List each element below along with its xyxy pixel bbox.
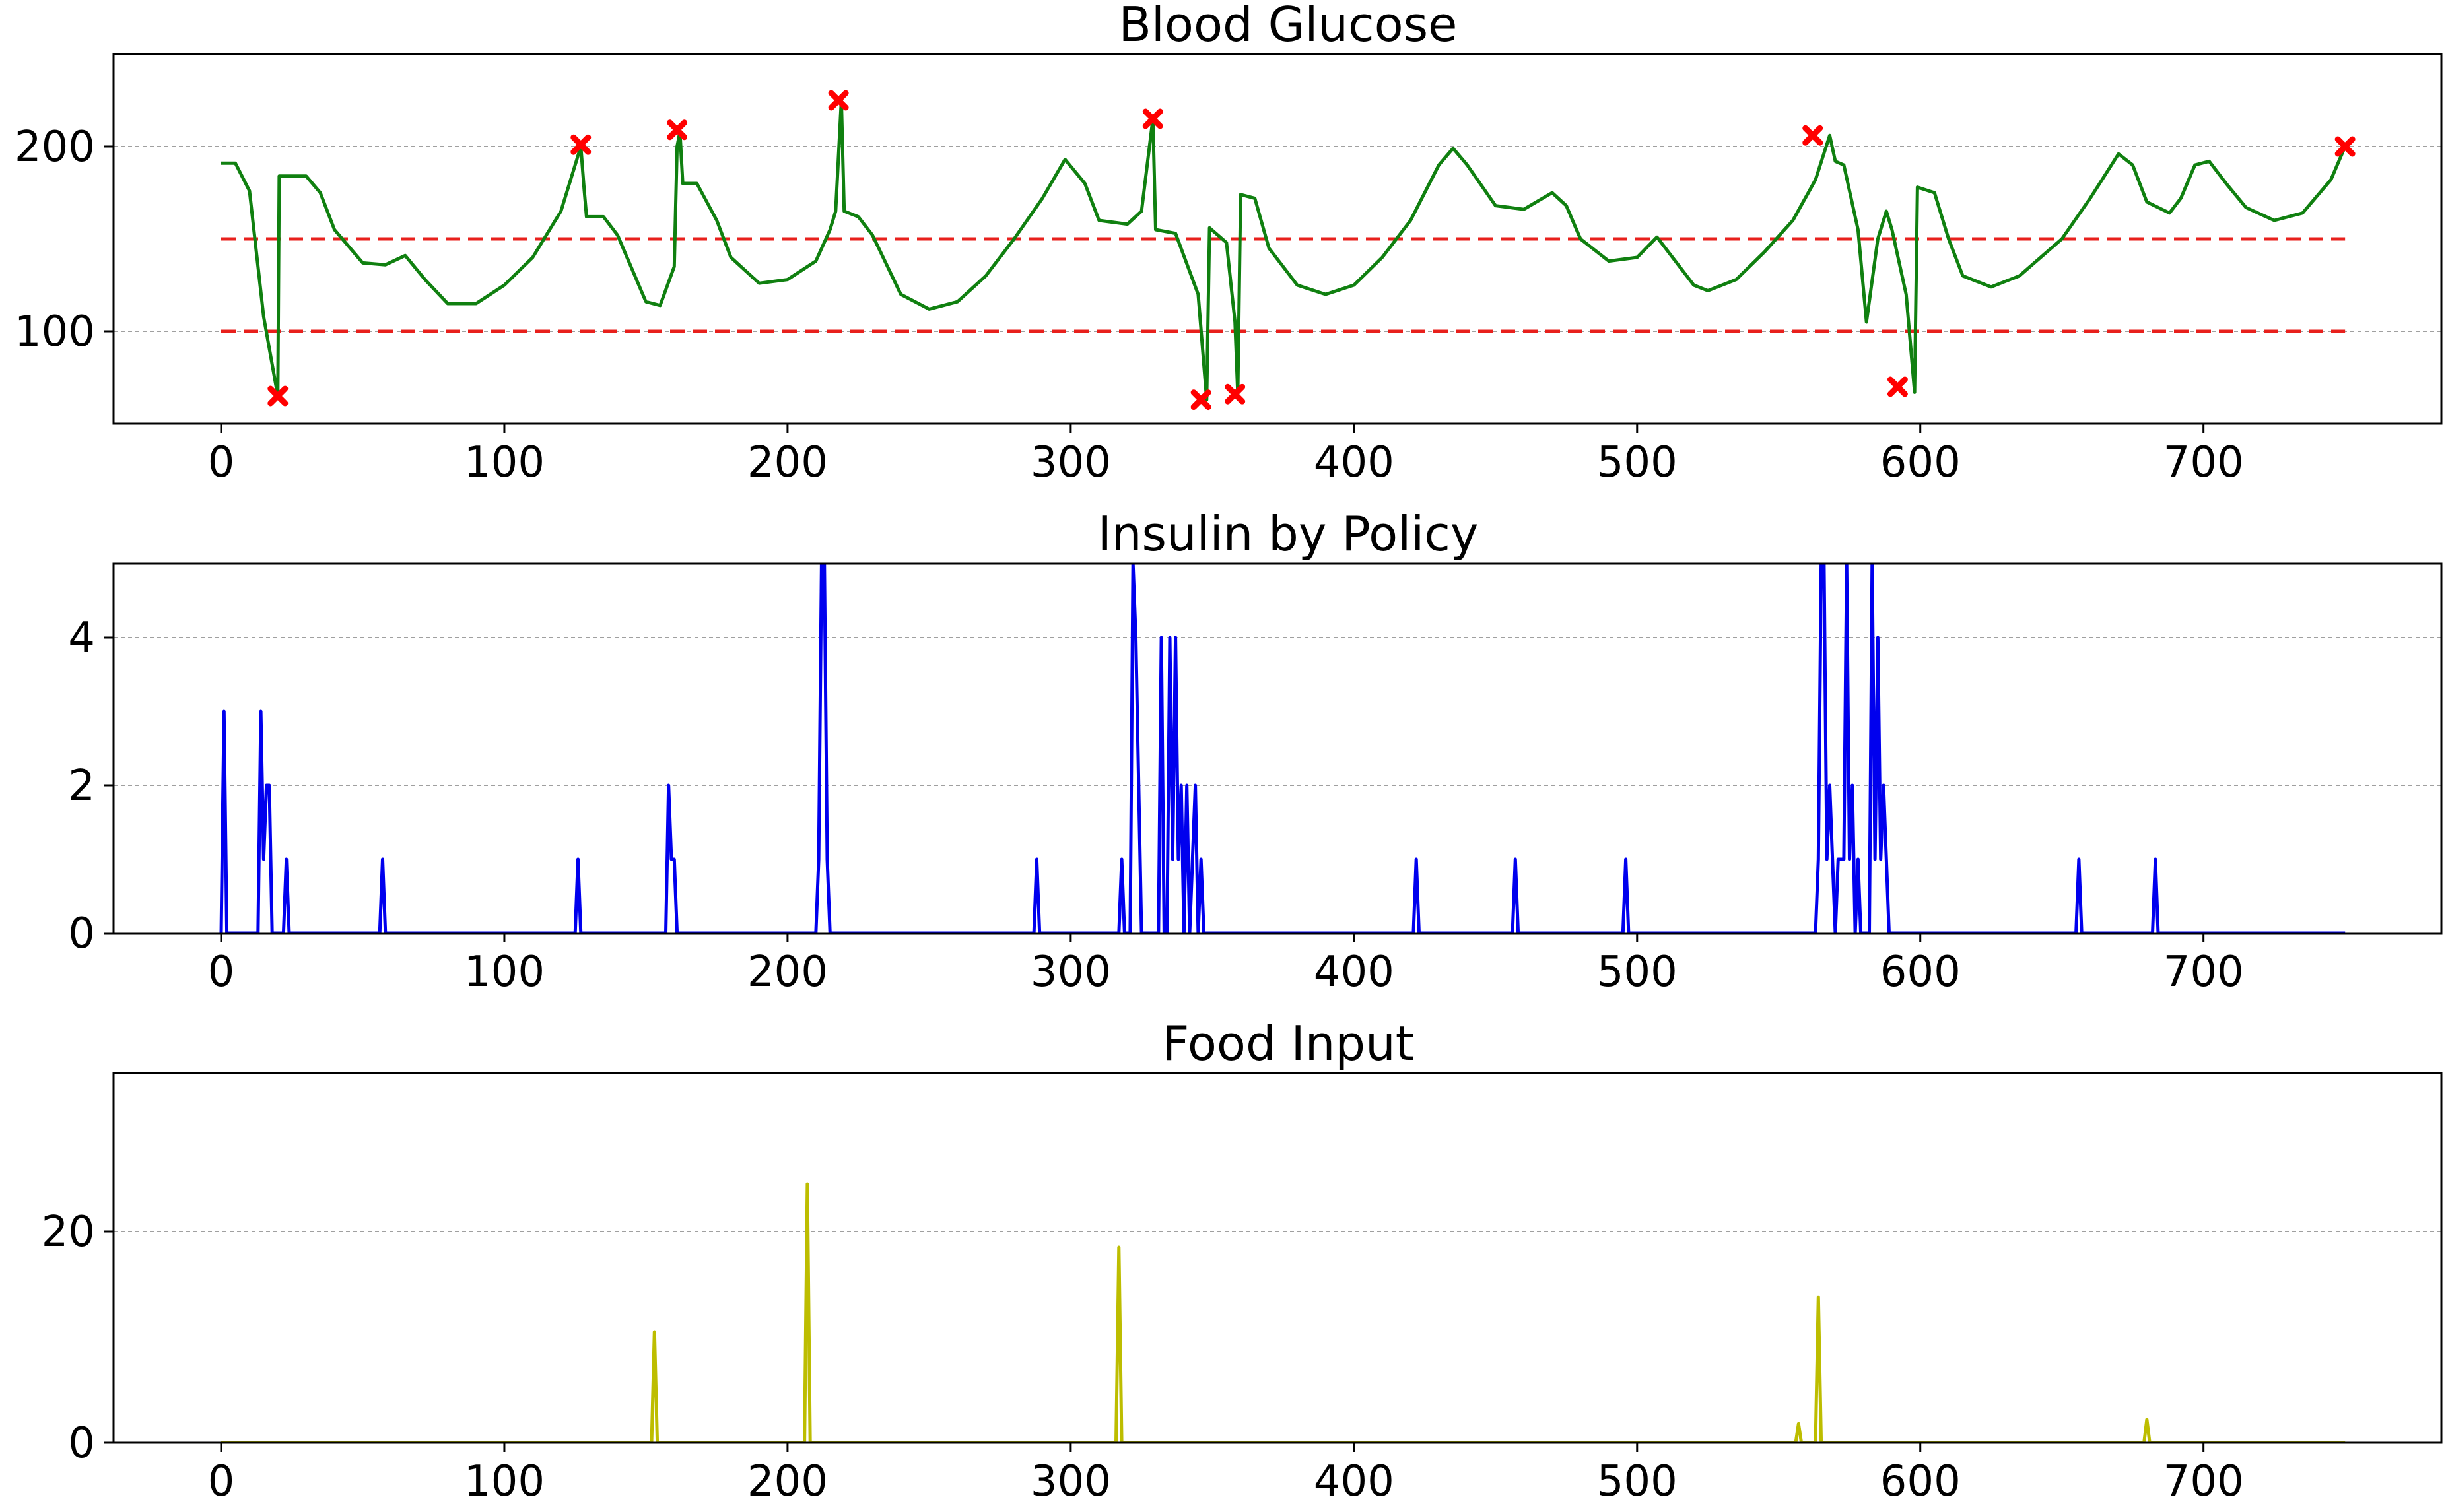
chart-figure: 0 100 200 300 400 500 600 700100200Blood Glucos… — [0, 0, 2444, 1512]
blood-glucose-xtick-label-6: 600 — [1880, 438, 1961, 487]
food-input-title: Food Input — [1162, 1016, 1414, 1071]
insulin-ytick-label-0: 0 — [68, 909, 95, 958]
blood-glucose-xtick-label-2: 200 — [747, 438, 828, 487]
food-input-xtick-label-2: 200 — [747, 1457, 828, 1506]
food-input-xtick-label-7: 700 — [2163, 1457, 2244, 1506]
food-input-xtick-label-6: 600 — [1880, 1457, 1961, 1506]
food-input-xtick-label-4: 400 — [1314, 1457, 1394, 1506]
blood-glucose-ytick-label-1: 200 — [15, 123, 95, 172]
food-input-xtick-label-3: 300 — [1031, 1457, 1111, 1506]
food-input-ytick-label-1: 20 — [42, 1208, 95, 1257]
food-input-xtick-label-1: 100 — [464, 1457, 545, 1506]
insulin-xtick-label-6: 600 — [1880, 948, 1961, 997]
insulin-xtick-label-7: 700 — [2163, 948, 2244, 997]
blood-glucose-title: Blood Glucose — [1119, 0, 1458, 52]
food-input-xtick-label-0: 0 — [208, 1457, 235, 1506]
insulin-xtick-label-5: 500 — [1597, 948, 1678, 997]
insulin-ytick-label-2: 4 — [68, 614, 95, 663]
food-input-ytick-label-0: 0 — [68, 1419, 95, 1468]
blood-glucose-xtick-label-0: 0 — [208, 438, 235, 487]
insulin-xtick-label-1: 100 — [464, 948, 545, 997]
blood-glucose-xtick-label-4: 400 — [1314, 438, 1394, 487]
insulin-xtick-label-0: 0 — [208, 948, 235, 997]
insulin-xtick-label-4: 400 — [1314, 948, 1394, 997]
blood-glucose-ytick-label-0: 100 — [15, 308, 95, 356]
insulin-xtick-label-2: 200 — [747, 948, 828, 997]
insulin-ytick-label-1: 2 — [68, 762, 95, 810]
food-input-xtick-label-5: 500 — [1597, 1457, 1678, 1506]
blood-glucose-xtick-label-1: 100 — [464, 438, 545, 487]
figure-background — [0, 0, 2444, 1512]
blood-glucose-xtick-label-7: 700 — [2163, 438, 2244, 487]
blood-glucose-xtick-label-3: 300 — [1031, 438, 1111, 487]
blood-glucose-xtick-label-5: 500 — [1597, 438, 1678, 487]
insulin-title: Insulin by Policy — [1098, 506, 1479, 562]
insulin-xtick-label-3: 300 — [1031, 948, 1111, 997]
